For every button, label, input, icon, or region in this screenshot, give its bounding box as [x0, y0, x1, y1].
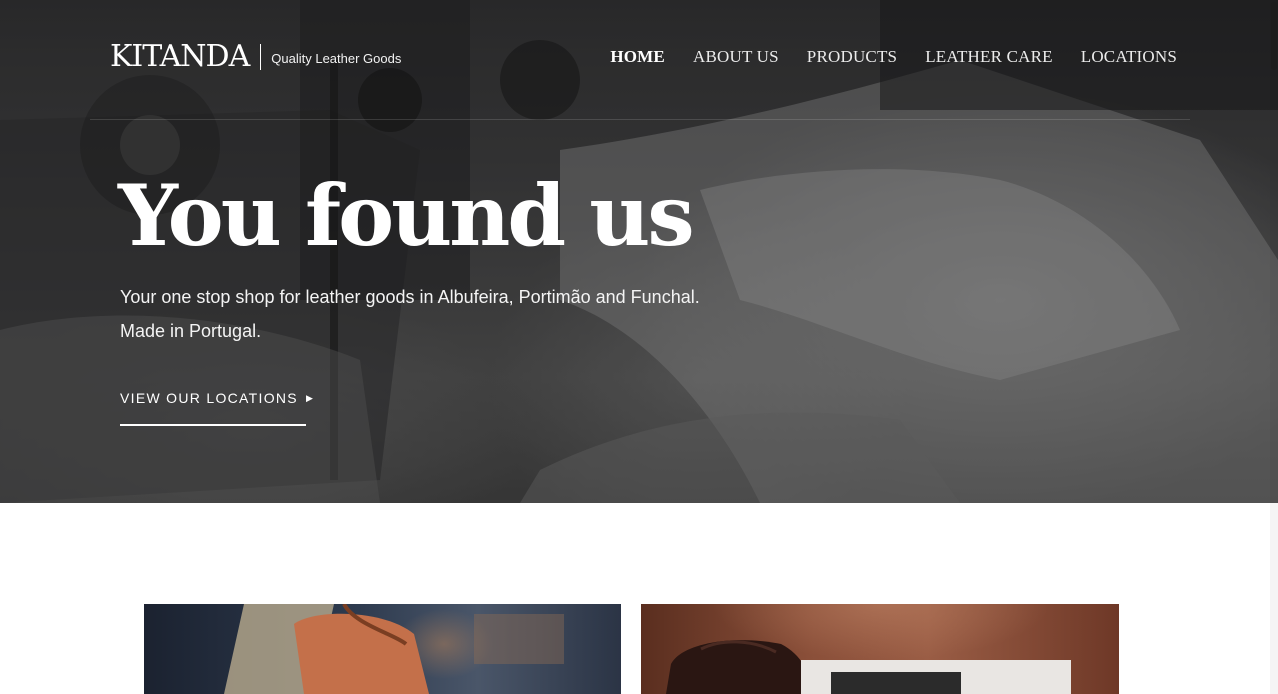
nav-item-leather-care[interactable]: LEATHER CARE	[925, 46, 1053, 68]
hero-title: You found us	[118, 166, 695, 265]
header-divider	[90, 119, 1190, 120]
brand[interactable]: KITANDA Quality Leather Goods	[110, 38, 401, 76]
nav-item-about-us[interactable]: ABOUT US	[693, 46, 779, 68]
nav-item-home[interactable]: HOME	[610, 46, 665, 68]
scrollbar-thumb[interactable]	[1271, 2, 1277, 70]
nav-item-locations[interactable]: LOCATIONS	[1081, 46, 1177, 68]
handbag-photo	[224, 604, 564, 694]
product-card-handbag[interactable]	[144, 604, 621, 694]
hero-subtitle: Your one stop shop for leather goods in …	[120, 280, 780, 348]
main-nav: HOME ABOUT US PRODUCTS LEATHER CARE LOCA…	[582, 46, 1177, 68]
product-card-leather-bag[interactable]	[641, 604, 1119, 694]
hero-subtitle-line-2: Made in Portugal.	[120, 321, 262, 341]
view-locations-label: VIEW OUR LOCATIONS	[120, 390, 298, 406]
triangle-right-icon: ▶	[305, 393, 313, 403]
brand-divider	[260, 44, 262, 70]
brand-tagline: Quality Leather Goods	[271, 50, 402, 66]
leather-bag-photo	[666, 640, 1071, 694]
hero-subtitle-line-1: Your one stop shop for leather goods in …	[120, 287, 700, 307]
nav-item-products[interactable]: PRODUCTS	[807, 46, 897, 68]
view-locations-button[interactable]: VIEW OUR LOCATIONS ▶	[120, 388, 313, 426]
page-scrollbar[interactable]	[1270, 0, 1278, 694]
hero-banner: KITANDA Quality Leather Goods HOME ABOUT…	[0, 0, 1278, 503]
brand-logo-text[interactable]: KITANDA	[110, 38, 250, 76]
